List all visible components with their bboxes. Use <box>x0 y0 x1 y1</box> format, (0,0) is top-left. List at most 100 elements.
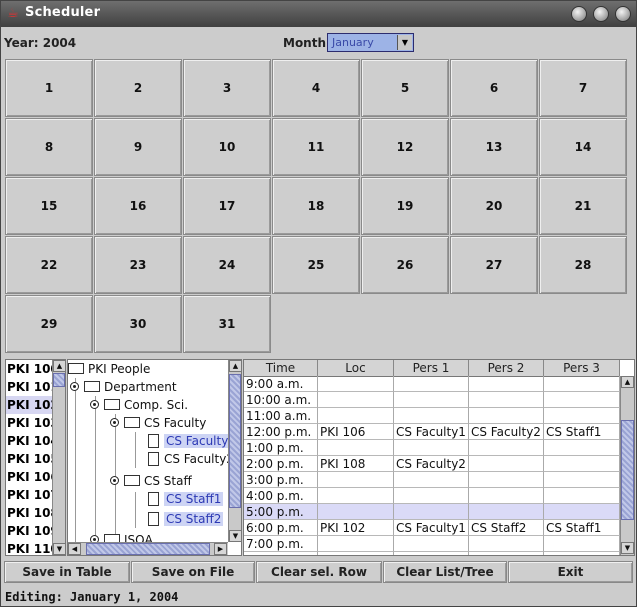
day-button[interactable]: 3 <box>183 59 271 117</box>
tree-node-department[interactable]: Department <box>70 378 177 396</box>
table-cell[interactable] <box>394 408 469 424</box>
table-cell[interactable]: CS Staff2 <box>469 520 544 536</box>
table-cell[interactable] <box>544 504 620 520</box>
day-button[interactable]: 29 <box>5 295 93 353</box>
scroll-down-icon[interactable]: ▼ <box>53 543 65 555</box>
table-row[interactable]: 10:00 a.m. <box>244 392 620 408</box>
table-cell[interactable] <box>318 392 394 408</box>
table-row[interactable]: 11:00 a.m. <box>244 408 620 424</box>
table-cell[interactable] <box>544 488 620 504</box>
scroll-up-icon[interactable]: ▲ <box>621 376 634 388</box>
minimize-button[interactable] <box>571 6 587 22</box>
table-cell[interactable]: CS Faculty1 <box>394 520 469 536</box>
table-cell[interactable] <box>544 408 620 424</box>
table-row[interactable]: 7:00 p.m. <box>244 536 620 552</box>
table-cell[interactable]: CS Faculty2 <box>469 424 544 440</box>
tree-scroll-thumb[interactable] <box>229 374 241 508</box>
day-button[interactable]: 21 <box>539 177 627 235</box>
table-cell[interactable] <box>544 456 620 472</box>
table-cell[interactable] <box>469 392 544 408</box>
table-cell[interactable] <box>394 392 469 408</box>
day-button[interactable]: 5 <box>361 59 449 117</box>
table-cell[interactable] <box>394 536 469 552</box>
day-button[interactable]: 4 <box>272 59 360 117</box>
table-cell[interactable] <box>318 504 394 520</box>
table-cell[interactable] <box>318 536 394 552</box>
table-cell[interactable]: 1:00 p.m. <box>244 440 318 456</box>
clear-selected-row-button[interactable]: Clear sel. Row <box>256 561 382 583</box>
table-cell[interactable] <box>469 472 544 488</box>
table-cell[interactable] <box>469 456 544 472</box>
day-button[interactable]: 14 <box>539 118 627 176</box>
room-list-scrollbar[interactable]: ▲ ▼ <box>52 360 65 555</box>
exit-button[interactable]: Exit <box>508 561 633 583</box>
table-cell[interactable] <box>469 504 544 520</box>
tree-node-root[interactable]: PKI People <box>68 360 150 378</box>
table-cell[interactable] <box>544 536 620 552</box>
day-button[interactable]: 30 <box>94 295 182 353</box>
day-button[interactable]: 11 <box>272 118 360 176</box>
table-cell[interactable] <box>469 376 544 392</box>
table-scrollbar[interactable]: ▲ ▼ <box>620 376 634 555</box>
column-header[interactable]: Pers 1 <box>394 360 469 376</box>
table-cell[interactable] <box>394 552 469 555</box>
table-cell[interactable]: CS Faculty1 <box>394 424 469 440</box>
table-row[interactable]: 8:00 p.m. <box>244 552 620 555</box>
day-button[interactable]: 8 <box>5 118 93 176</box>
room-list-scroll-thumb[interactable] <box>53 373 65 387</box>
table-cell[interactable]: PKI 102 <box>318 520 394 536</box>
column-header[interactable]: Pers 3 <box>544 360 620 376</box>
table-cell[interactable] <box>318 376 394 392</box>
tree-node-cs-staff1[interactable]: CS Staff1 <box>148 490 224 508</box>
table-row[interactable]: 2:00 p.m. PKI 108 CS Faculty2 <box>244 456 620 472</box>
column-header[interactable]: Pers 2 <box>469 360 544 376</box>
scroll-up-icon[interactable]: ▲ <box>229 360 241 372</box>
table-cell[interactable] <box>469 552 544 555</box>
table-cell[interactable] <box>544 376 620 392</box>
table-cell[interactable]: 12:00 p.m. <box>244 424 318 440</box>
table-cell[interactable] <box>469 408 544 424</box>
day-button[interactable]: 9 <box>94 118 182 176</box>
table-cell[interactable] <box>394 376 469 392</box>
day-button[interactable]: 2 <box>94 59 182 117</box>
maximize-button[interactable] <box>593 6 609 22</box>
table-cell[interactable]: PKI 108 <box>318 456 394 472</box>
column-header[interactable]: Time <box>244 360 318 376</box>
tree-vertical-scrollbar[interactable]: ▲ ▼ <box>228 360 241 542</box>
table-cell[interactable]: 3:00 p.m. <box>244 472 318 488</box>
expand-toggle-icon[interactable] <box>90 400 99 409</box>
table-cell[interactable]: 8:00 p.m. <box>244 552 318 555</box>
day-button[interactable]: 23 <box>94 236 182 294</box>
clear-list-tree-button[interactable]: Clear List/Tree <box>383 561 507 583</box>
table-cell[interactable] <box>394 440 469 456</box>
table-cell[interactable]: CS Staff1 <box>544 520 620 536</box>
table-row[interactable]: 9:00 a.m. <box>244 376 620 392</box>
day-button[interactable]: 7 <box>539 59 627 117</box>
table-scroll-thumb[interactable] <box>621 420 634 520</box>
scroll-up-icon[interactable]: ▲ <box>53 360 65 372</box>
chevron-down-icon[interactable]: ▼ <box>397 35 412 50</box>
table-cell[interactable] <box>469 440 544 456</box>
table-row[interactable]: 3:00 p.m. <box>244 472 620 488</box>
table-cell[interactable]: 5:00 p.m. <box>244 504 318 520</box>
scroll-left-icon[interactable]: ◀ <box>68 543 81 555</box>
table-cell[interactable] <box>394 472 469 488</box>
column-header[interactable]: Loc <box>318 360 394 376</box>
day-button[interactable]: 1 <box>5 59 93 117</box>
table-cell[interactable] <box>544 392 620 408</box>
table-row[interactable]: 4:00 p.m. <box>244 488 620 504</box>
tree-node-comp-sci[interactable]: Comp. Sci. <box>90 396 188 414</box>
day-button[interactable]: 22 <box>5 236 93 294</box>
day-button[interactable]: 25 <box>272 236 360 294</box>
day-button[interactable]: 12 <box>361 118 449 176</box>
table-cell[interactable] <box>318 408 394 424</box>
table-cell[interactable] <box>318 552 394 555</box>
day-button[interactable]: 19 <box>361 177 449 235</box>
tree-hscroll-thumb[interactable] <box>86 543 210 555</box>
tree-node-cs-staff2[interactable]: CS Staff2 <box>148 510 224 528</box>
day-button[interactable]: 31 <box>183 295 271 353</box>
day-button[interactable]: 15 <box>5 177 93 235</box>
day-button[interactable]: 6 <box>450 59 538 117</box>
table-cell[interactable] <box>544 472 620 488</box>
table-cell[interactable] <box>394 504 469 520</box>
